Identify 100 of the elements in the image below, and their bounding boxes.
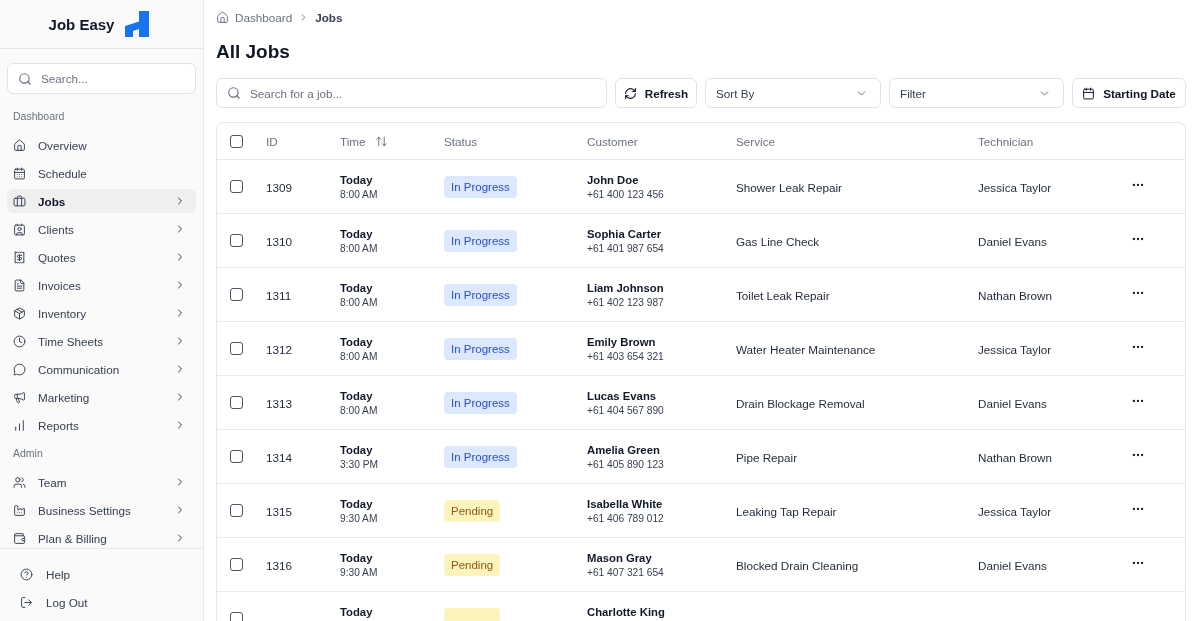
job-day: Today bbox=[340, 550, 373, 565]
contact-card-icon bbox=[13, 222, 26, 236]
service-name: Drain Blockage Removal bbox=[736, 396, 865, 410]
job-day: Today bbox=[340, 172, 373, 187]
job-time: 3:30 PM bbox=[340, 457, 378, 471]
logout-icon bbox=[20, 595, 33, 609]
starting-date-button[interactable]: Starting Date bbox=[1072, 78, 1186, 108]
technician-name: Daniel Evans bbox=[978, 558, 1047, 572]
row-checkbox[interactable] bbox=[230, 288, 243, 301]
logo-icon bbox=[124, 11, 151, 37]
bar-chart-icon bbox=[13, 418, 26, 432]
customer-phone: +61 405 890 123 bbox=[587, 457, 664, 471]
job-time: 8:00 AM bbox=[340, 349, 378, 363]
row-checkbox[interactable] bbox=[230, 342, 243, 355]
package-icon bbox=[13, 306, 26, 320]
customer-phone: +61 402 123 987 bbox=[587, 295, 664, 309]
job-time: 8:00 AM bbox=[340, 295, 378, 309]
section-label: Admin bbox=[12, 446, 44, 461]
customer-name: Mason Gray bbox=[587, 550, 652, 565]
home-icon bbox=[216, 11, 229, 24]
job-id: 1316 bbox=[266, 558, 292, 572]
status-badge: In Progress bbox=[444, 175, 517, 198]
job-id: 1313 bbox=[266, 396, 292, 410]
nav-item[interactable]: Jobs bbox=[7, 189, 196, 213]
refresh-button[interactable]: Refresh bbox=[615, 78, 697, 108]
customer-name: John Doe bbox=[587, 172, 639, 187]
row-checkbox[interactable] bbox=[230, 180, 243, 193]
search-icon bbox=[227, 86, 241, 100]
job-day: Today bbox=[340, 334, 373, 349]
customer-phone: +61 407 321 654 bbox=[587, 565, 664, 579]
wallet-icon bbox=[13, 531, 26, 545]
breadcrumb-link[interactable]: Dashboard bbox=[235, 11, 293, 24]
customer-phone: +61 404 567 890 bbox=[587, 403, 664, 417]
calendar-icon bbox=[1082, 86, 1096, 100]
home-icon bbox=[13, 138, 26, 152]
job-search-field[interactable]: Search for a job... bbox=[216, 78, 607, 108]
job-id: 1310 bbox=[266, 234, 292, 248]
nav-item[interactable]: Marketing bbox=[7, 385, 196, 409]
nav-item[interactable]: Time Sheets bbox=[7, 329, 196, 353]
sort-select[interactable]: Sort By bbox=[705, 78, 881, 108]
footer-nav-item[interactable]: Help bbox=[12, 562, 191, 586]
row-checkbox[interactable] bbox=[230, 504, 243, 517]
status-badge: In Progress bbox=[444, 391, 517, 414]
status-badge: In Progress bbox=[444, 229, 517, 252]
job-id: 1312 bbox=[266, 342, 292, 356]
column-header: ID bbox=[266, 134, 278, 148]
select-all-checkbox[interactable] bbox=[230, 134, 243, 148]
sort-icon[interactable] bbox=[374, 134, 388, 148]
users-icon bbox=[13, 475, 26, 489]
nav-item[interactable]: Clients bbox=[7, 217, 196, 241]
section-label: Dashboard bbox=[12, 109, 66, 124]
customer-name: Isabella White bbox=[587, 496, 663, 511]
logo-text: Job Easy bbox=[48, 15, 115, 33]
column-header: Technician bbox=[978, 134, 1034, 148]
clock-icon bbox=[13, 334, 26, 348]
technician-name: Daniel Evans bbox=[978, 234, 1047, 248]
calendar-icon bbox=[13, 166, 26, 180]
nav-item[interactable]: Reports bbox=[7, 413, 196, 437]
job-id: 1311 bbox=[266, 288, 292, 302]
nav-item[interactable]: Schedule bbox=[7, 161, 196, 185]
job-day: Today bbox=[340, 496, 373, 511]
help-icon bbox=[20, 567, 33, 581]
factory-icon bbox=[13, 503, 26, 517]
document-icon bbox=[13, 278, 26, 292]
customer-name: Emily Brown bbox=[587, 334, 656, 349]
sidebar-search-field[interactable]: Search... bbox=[7, 63, 196, 94]
service-name: Leaking Tap Repair bbox=[736, 504, 837, 518]
chat-bubble-icon bbox=[13, 362, 26, 376]
nav-item[interactable]: Invoices bbox=[7, 273, 196, 297]
service-name: Toilet Leak Repair bbox=[736, 288, 830, 302]
technician-name: Nathan Brown bbox=[978, 288, 1053, 302]
nav-item[interactable]: Overview bbox=[7, 133, 196, 157]
nav-item[interactable]: Inventory bbox=[7, 301, 196, 325]
job-id: 1309 bbox=[266, 180, 292, 194]
nav-item[interactable]: Communication bbox=[7, 357, 196, 381]
status-badge: Pending bbox=[444, 553, 501, 576]
nav-item[interactable]: Team bbox=[7, 470, 196, 494]
row-checkbox[interactable] bbox=[230, 450, 243, 463]
footer-nav-item[interactable]: Log Out bbox=[12, 590, 191, 614]
row-checkbox[interactable] bbox=[230, 558, 243, 571]
job-id: 1314 bbox=[266, 450, 292, 464]
customer-name: Liam Johnson bbox=[587, 280, 664, 295]
customer-name: Lucas Evans bbox=[587, 388, 657, 403]
search-icon bbox=[18, 71, 32, 86]
technician-name: Jessica Taylor bbox=[978, 342, 1052, 356]
filter-select[interactable]: Filter bbox=[889, 78, 1064, 108]
row-checkbox[interactable] bbox=[230, 234, 243, 247]
job-day: Today bbox=[340, 442, 373, 457]
refresh-icon bbox=[623, 86, 637, 100]
job-day: Today bbox=[340, 604, 373, 619]
service-name: Pipe Repair bbox=[736, 450, 798, 464]
nav-item[interactable]: Quotes bbox=[7, 245, 196, 269]
nav-item[interactable]: Plan & Billing bbox=[7, 526, 196, 548]
customer-phone: +61 403 654 321 bbox=[587, 349, 664, 363]
column-header: Time bbox=[340, 134, 366, 148]
row-checkbox[interactable] bbox=[230, 396, 243, 409]
nav-item[interactable]: Business Settings bbox=[7, 498, 196, 522]
customer-name: Amelia Green bbox=[587, 442, 660, 457]
customer-name: Charlotte King bbox=[587, 604, 665, 619]
job-day: Today bbox=[340, 280, 373, 295]
